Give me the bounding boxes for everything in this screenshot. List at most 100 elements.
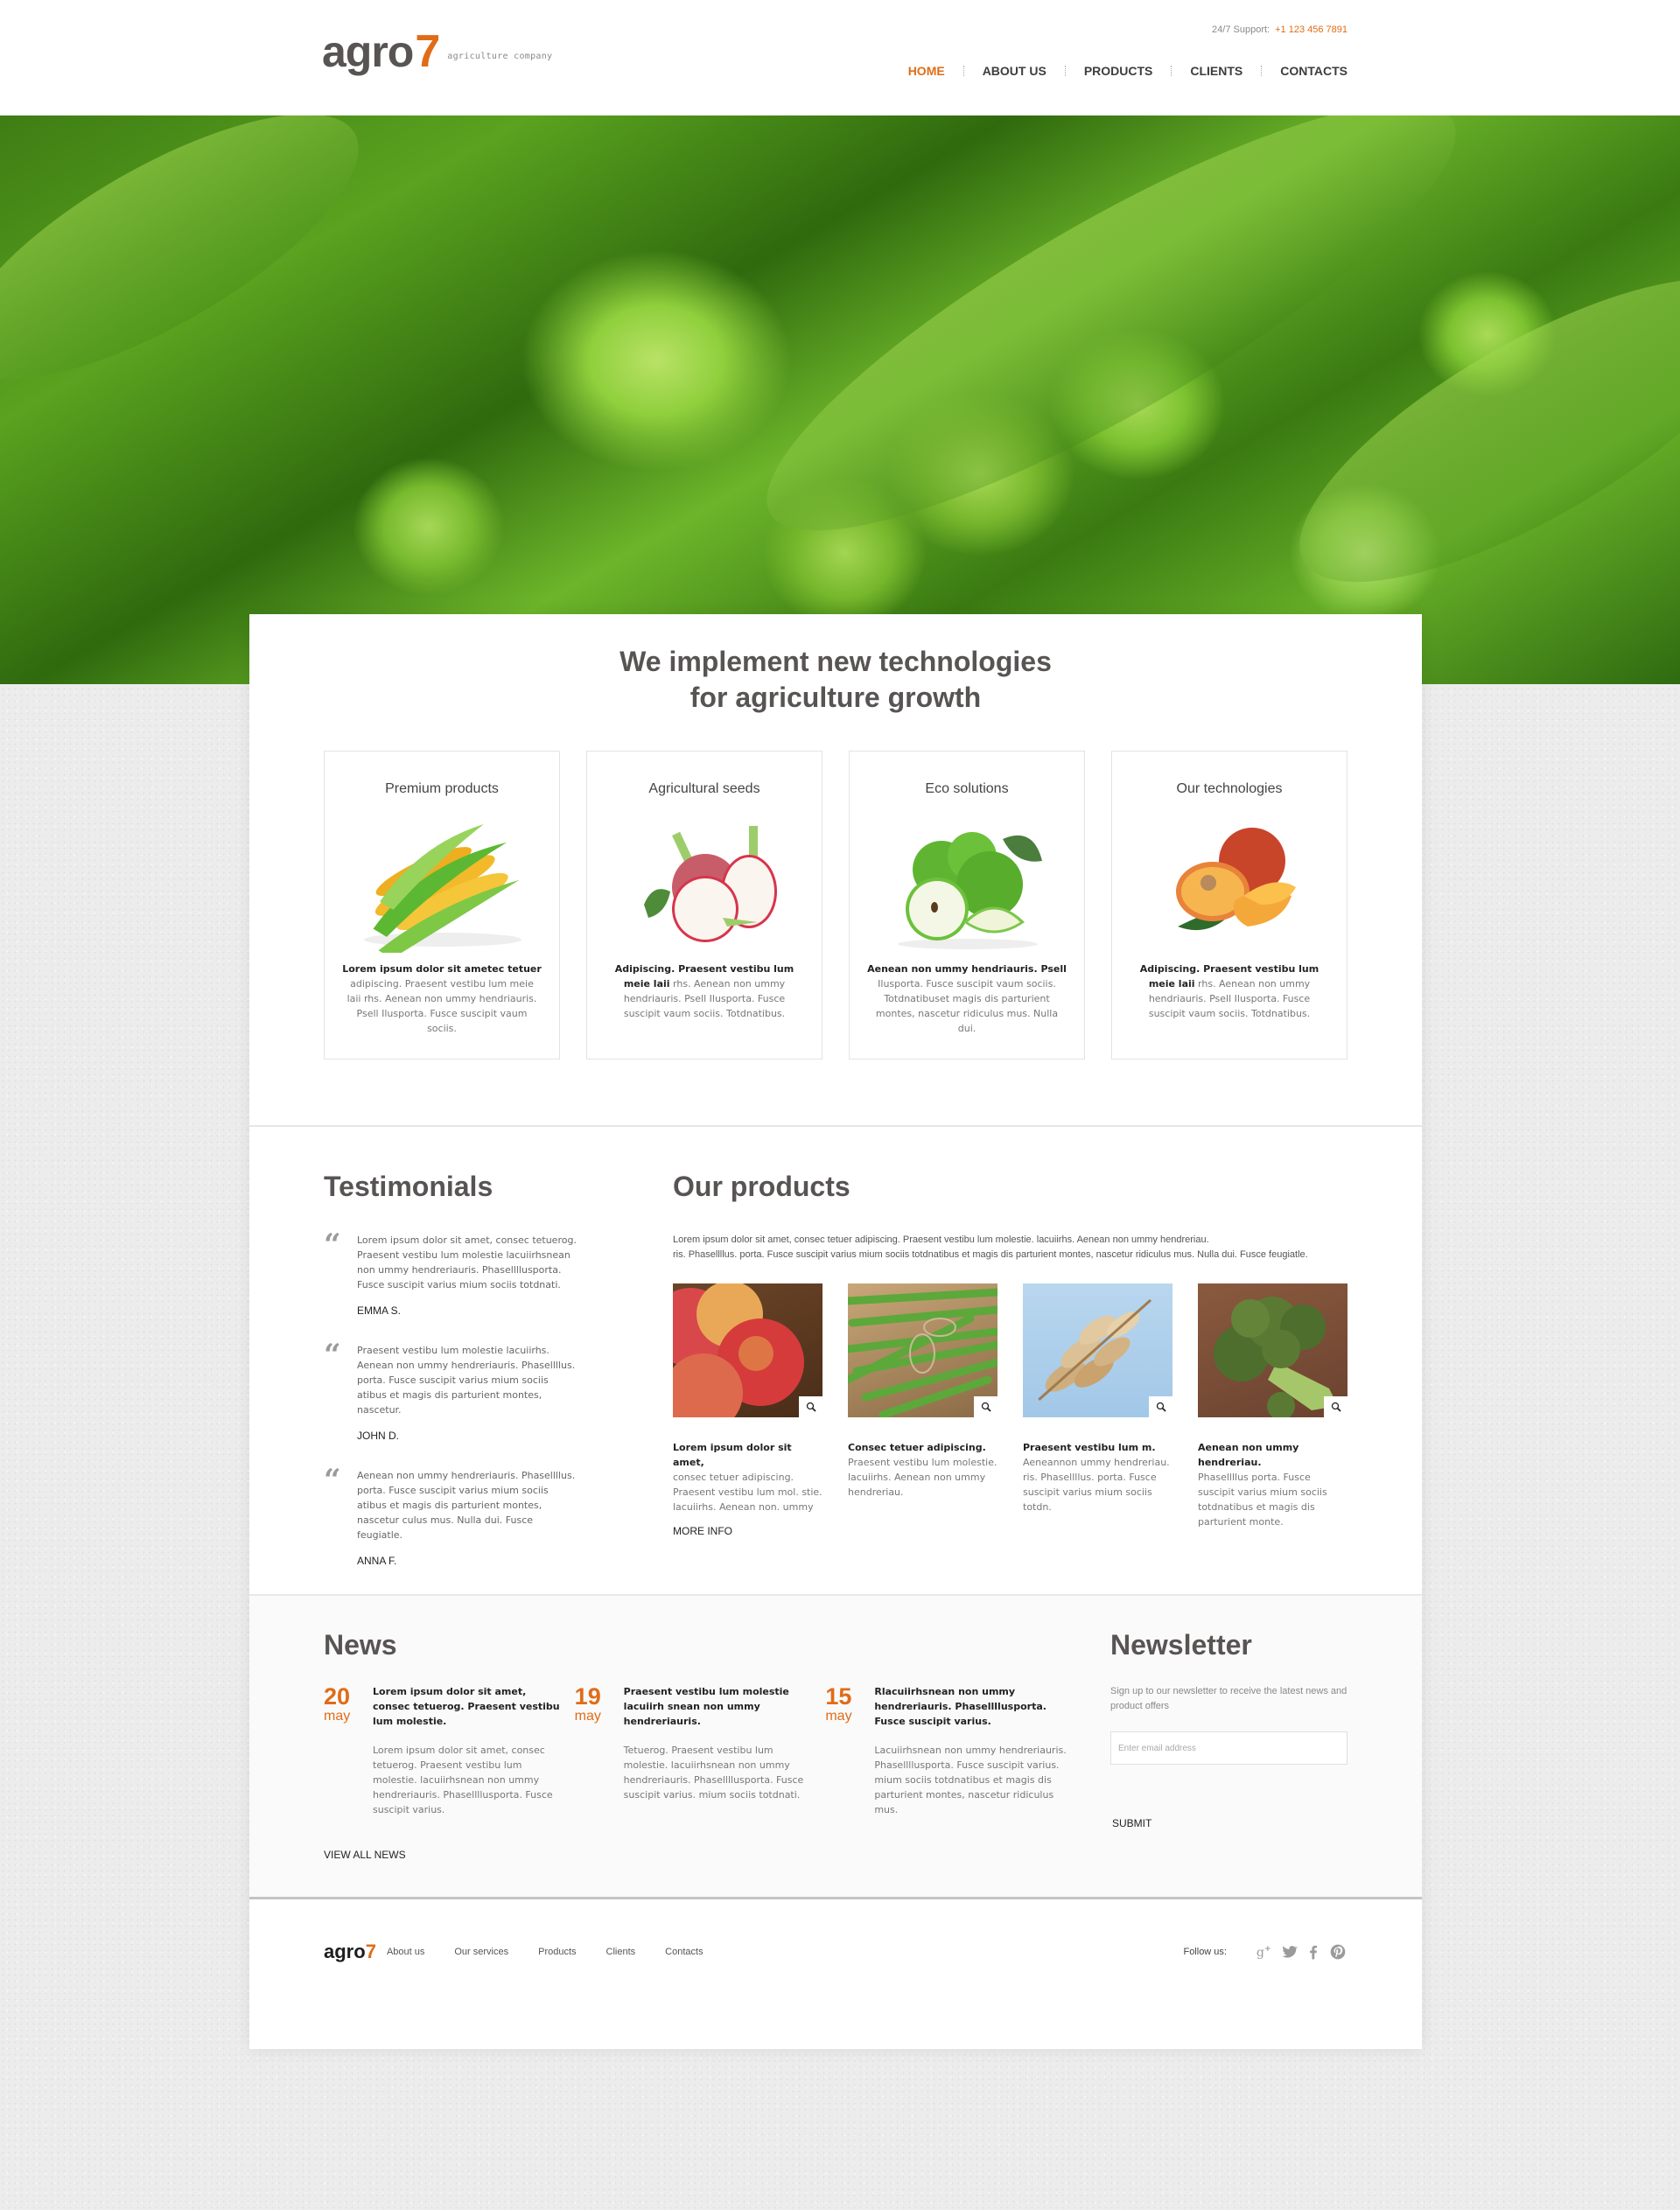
news-body: Rlacuiirhsnean non ummy hendreriauris. P… (874, 1684, 1067, 1817)
product-image-green-beans[interactable] (848, 1283, 998, 1417)
footer-divider (249, 1897, 1422, 1899)
nav-home[interactable]: HOME (908, 64, 945, 78)
magnifier-icon (806, 1402, 816, 1412)
products-grid: Lorem ipsum dolor sit amet, consec tetue… (673, 1283, 1348, 1538)
feature-card[interactable]: Premium products Lorem ipsum dolor sit a… (324, 751, 560, 1060)
feature-card-lead: Aenean non ummy hendriauris. Psell (867, 963, 1067, 975)
quote-icon: “ (324, 1227, 341, 1262)
submit-button[interactable]: SUBMIT (1112, 1817, 1152, 1829)
feature-card[interactable]: Agricultural seeds Adipiscing. Praesent … (586, 751, 822, 1060)
main-nav: HOME ABOUT US PRODUCTS CLIENTS CONTACTS (908, 64, 1348, 78)
news-month: may (324, 1709, 351, 1724)
footer-link-contacts[interactable]: Contacts (665, 1947, 703, 1957)
product-body: Praesent vestibu lum molestie. lacuiirhs… (848, 1457, 998, 1498)
pinterest-icon[interactable] (1328, 1942, 1348, 1962)
product-image-broccoli[interactable] (1198, 1283, 1348, 1417)
products-intro-line: ris. Phasellllus. porta. Fusce suscipit … (673, 1249, 1308, 1260)
magnifier-icon (981, 1402, 991, 1412)
news-date: 19 may (575, 1684, 624, 1817)
nav-about-us[interactable]: ABOUT US (983, 64, 1046, 78)
testimonials-section: Testimonials “ Lorem ipsum dolor sit ame… (324, 1171, 578, 1567)
news-text: Lorem ipsum dolor sit amet, consec tetue… (373, 1745, 553, 1815)
footer-link-clients[interactable]: Clients (606, 1947, 636, 1957)
hero-slider (0, 115, 1680, 684)
testimonial-text: Aenean non ummy hendreriauris. Phasellll… (357, 1470, 576, 1541)
feature-card-text: Aenean non ummy hendriauris. Psell Ilusp… (867, 962, 1067, 1036)
main-content: We implement new technologies for agricu… (249, 614, 1422, 2049)
zoom-button[interactable] (974, 1396, 998, 1417)
news-day: 20 (324, 1683, 351, 1710)
quote-icon: “ (324, 1338, 341, 1373)
quote-icon: “ (324, 1463, 341, 1498)
logo[interactable]: agro 7 agriculture company (322, 29, 553, 74)
news-headline[interactable]: Lorem ipsum dolor sit amet, consec tetue… (373, 1684, 565, 1729)
nav-clients[interactable]: CLIENTS (1190, 64, 1242, 78)
news-date: 15 may (825, 1684, 874, 1817)
support-info: 24/7 Support: +1 123 456 7891 (1212, 24, 1348, 35)
intro-title: We implement new technologies for agricu… (249, 644, 1422, 716)
news-headline[interactable]: Rlacuiirhsnean non ummy hendreriauris. P… (874, 1684, 1067, 1729)
zoom-button[interactable] (1149, 1396, 1172, 1417)
feature-card-text: Lorem ipsum dolor sit ametec tetuer adip… (342, 962, 542, 1036)
product-text: Lorem ipsum dolor sit amet, consec tetue… (673, 1440, 822, 1514)
product-text: Praesent vestibu lum m. Aeneannon ummy h… (1023, 1440, 1172, 1514)
twitter-icon[interactable] (1279, 1942, 1298, 1962)
feature-card-text: Adipiscing. Praesent vestibu lum meie la… (605, 962, 804, 1021)
site-header: agro 7 agriculture company 24/7 Support:… (0, 0, 1680, 115)
footer-link-about-us[interactable]: About us (387, 1947, 424, 1957)
news-list: 20 may Lorem ipsum dolor sit amet, conse… (324, 1684, 1076, 1817)
news-day: 19 (574, 1683, 601, 1710)
news-text: Tetuerog. Praesent vestibu lum molestie.… (623, 1745, 804, 1801)
product-lead: Lorem ipsum dolor sit amet, (673, 1442, 792, 1468)
nav-separator (1261, 66, 1263, 76)
news-headline[interactable]: Praesent vestibu lum molestie lacuiirh s… (624, 1684, 816, 1729)
hero-pea-pod (0, 115, 395, 429)
email-input[interactable] (1110, 1731, 1348, 1765)
product-lead: Consec tetuer adipiscing. (848, 1442, 986, 1453)
view-all-news-link[interactable]: VIEW ALL NEWS (324, 1849, 406, 1861)
feature-card[interactable]: Our technologies Adipiscing. Praesent ve… (1111, 751, 1348, 1060)
green-apples-image (898, 832, 1042, 949)
product-lead: Praesent vestibu lum m. (1023, 1442, 1156, 1453)
corn-image (364, 823, 522, 953)
news-date: 20 may (324, 1684, 373, 1817)
facebook-icon[interactable] (1304, 1942, 1323, 1962)
news-title: News (324, 1629, 397, 1661)
product-text: Aenean non ummy hendreriau. Phasellllus … (1198, 1440, 1348, 1529)
logo-tagline: agriculture company (447, 52, 553, 61)
feature-card-body: adipiscing. Praesent vestibu lum meie la… (346, 978, 537, 1034)
testimonial-text: Lorem ipsum dolor sit amet, consec tetue… (357, 1234, 577, 1290)
google-plus-icon[interactable]: g + (1255, 1942, 1274, 1962)
feature-card[interactable]: Eco solutions Aenean non ummy hendriauri… (849, 751, 1085, 1060)
footer-logo-text: agro (324, 1941, 366, 1962)
news-item: 15 may Rlacuiirhsnean non ummy hendreria… (825, 1684, 1076, 1817)
testimonial-author: EMMA S. (357, 1304, 402, 1317)
magnifier-icon (1156, 1402, 1166, 1412)
footer-logo[interactable]: agro7 (324, 1941, 376, 1963)
product-image-wheat[interactable] (1023, 1283, 1172, 1417)
nav-products[interactable]: PRODUCTS (1084, 64, 1153, 78)
products-section: Our products Lorem ipsum dolor sit amet,… (673, 1171, 1348, 1538)
feature-card-body: Ilusporta. Fusce suscipit vaum sociis. T… (875, 978, 1059, 1034)
zoom-button[interactable] (799, 1396, 822, 1417)
testimonial: “ Aenean non ummy hendreriauris. Phasell… (324, 1463, 578, 1567)
feature-card-title: Premium products (385, 781, 499, 796)
product-item: Consec tetuer adipiscing. Praesent vesti… (848, 1283, 998, 1538)
support-phone[interactable]: +1 123 456 7891 (1275, 24, 1348, 35)
nav-contacts[interactable]: CONTACTS (1280, 64, 1348, 78)
support-label: 24/7 Support: (1212, 24, 1270, 35)
svg-text:+: + (1264, 1944, 1271, 1954)
testimonial-author: JOHN D. (357, 1430, 399, 1442)
section-divider (249, 1125, 1422, 1127)
nav-separator (962, 66, 964, 76)
product-image-red-apples[interactable] (673, 1283, 822, 1417)
svg-text:g: g (1256, 1946, 1264, 1960)
feature-card-title: Eco solutions (925, 781, 1009, 796)
radish-image (644, 826, 777, 942)
product-lead: Aenean non ummy hendreriau. (1198, 1442, 1299, 1468)
footer-link-our-services[interactable]: Our services (454, 1947, 508, 1957)
more-info-link[interactable]: MORE INFO (673, 1525, 732, 1537)
product-text: Consec tetuer adipiscing. Praesent vesti… (848, 1440, 998, 1500)
footer-link-products[interactable]: Products (538, 1947, 576, 1957)
zoom-button[interactable] (1324, 1396, 1348, 1417)
